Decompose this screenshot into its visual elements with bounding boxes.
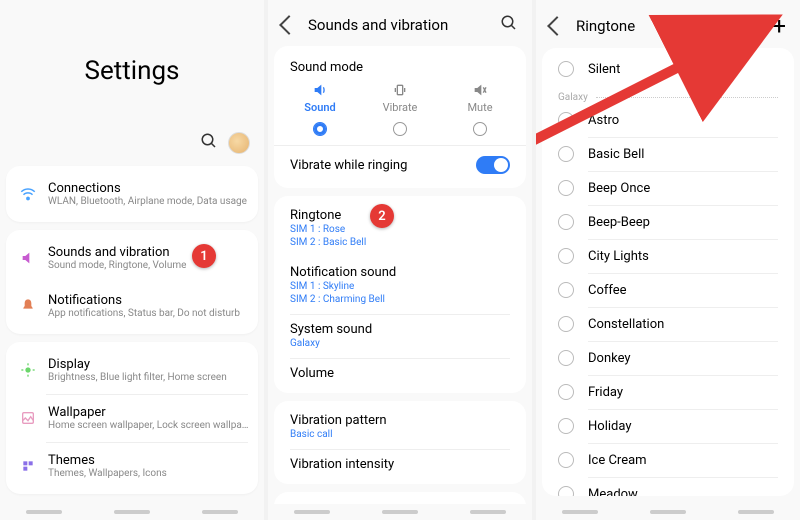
ringtone-row[interactable]: Coffee	[542, 273, 794, 307]
themes-icon	[14, 452, 42, 480]
radio-vibrate[interactable]	[393, 122, 407, 136]
ringtone-row[interactable]: Astro	[542, 103, 794, 137]
search-icon[interactable]	[200, 132, 218, 154]
step-badge-2: 2	[370, 204, 394, 228]
settings-row-wallpaper[interactable]: Wallpaper Home screen wallpaper, Lock sc…	[6, 394, 258, 442]
radio-sound[interactable]	[313, 122, 327, 136]
radio-icon[interactable]	[558, 282, 574, 298]
row-title: Wallpaper	[48, 405, 250, 420]
ringtone-row[interactable]: Donkey	[542, 341, 794, 375]
ringtone-card: Ringtone SIM 1 : Rose SIM 2 : Basic Bell…	[274, 196, 526, 393]
back-icon[interactable]	[279, 15, 299, 35]
radio-mute[interactable]	[473, 122, 487, 136]
ringtone-list-card: Silent Galaxy AstroBasic BellBeep OnceBe…	[542, 48, 794, 496]
radio-icon[interactable]	[558, 316, 574, 332]
display-icon	[14, 356, 42, 384]
row-subtitle: Home screen wallpaper, Lock screen wallp…	[48, 420, 250, 431]
settings-row-notifications[interactable]: Notifications App notifications, Status …	[6, 282, 258, 330]
vibrate-ringing-toggle[interactable]	[476, 156, 510, 174]
ringtone-row[interactable]: Holiday	[542, 409, 794, 443]
settings-row-sounds[interactable]: Sounds and vibration Sound mode, Rington…	[6, 234, 258, 282]
radio-icon[interactable]	[558, 486, 574, 496]
item-vibration-intensity[interactable]: Vibration intensity	[274, 449, 526, 480]
row-subtitle: App notifications, Status bar, Do not di…	[48, 308, 250, 319]
sound-icon	[14, 244, 42, 272]
section-galaxy: Galaxy	[542, 86, 794, 103]
sounds-screen: Sounds and vibration Sound mode Sound Vi…	[268, 0, 532, 520]
radio-icon[interactable]	[558, 61, 574, 77]
ringtone-row[interactable]: Meadow	[542, 477, 794, 496]
toggle-label: Vibrate while ringing	[290, 158, 407, 173]
ringtone-screen: Ringtone + Silent Galaxy AstroBasic Bell…	[536, 0, 800, 520]
ringtone-row[interactable]: Friday	[542, 375, 794, 409]
mode-mute[interactable]: Mute	[440, 81, 520, 139]
header-title: Sounds and vibration	[308, 16, 488, 34]
row-subtitle: Themes, Wallpapers, Icons	[48, 468, 250, 479]
back-icon[interactable]	[547, 16, 567, 36]
row-subtitle: Sound mode, Ringtone, Volume	[48, 260, 250, 271]
vibrate-while-ringing-row[interactable]: Vibrate while ringing	[274, 145, 526, 184]
item-vibration-pattern[interactable]: Vibration pattern Basic call	[274, 405, 526, 449]
ringtone-row[interactable]: Constellation	[542, 307, 794, 341]
radio-icon[interactable]	[558, 452, 574, 468]
wifi-icon	[14, 180, 42, 208]
row-title: Themes	[48, 453, 250, 468]
radio-icon[interactable]	[558, 112, 574, 128]
radio-icon[interactable]	[558, 248, 574, 264]
ringtone-row[interactable]: Ice Cream	[542, 443, 794, 477]
wallpaper-icon	[14, 404, 42, 432]
item-sub: SIM 1 : Rose SIM 2 : Basic Bell	[290, 223, 510, 249]
step-badge-1: 1	[192, 244, 216, 268]
radio-icon[interactable]	[558, 146, 574, 162]
system-sound-card: System sound/vibration control	[274, 492, 526, 504]
nav-bar	[0, 504, 264, 520]
ringtone-row-silent[interactable]: Silent	[542, 52, 794, 86]
settings-row-themes[interactable]: Themes Themes, Wallpapers, Icons	[6, 442, 258, 490]
ringtone-row[interactable]: Beep-Beep	[542, 205, 794, 239]
row-subtitle: Brightness, Blue light filter, Home scre…	[48, 372, 250, 383]
nav-bar	[536, 504, 800, 520]
item-notification-sound[interactable]: Notification sound SIM 1 : Skyline SIM 2…	[274, 257, 526, 314]
settings-card-connections: Connections WLAN, Bluetooth, Airplane mo…	[6, 166, 258, 222]
nav-bar	[268, 504, 532, 520]
settings-card-display-group: Display Brightness, Blue light filter, H…	[6, 342, 258, 494]
radio-icon[interactable]	[558, 350, 574, 366]
radio-icon[interactable]	[558, 418, 574, 434]
settings-row-display[interactable]: Display Brightness, Blue light filter, H…	[6, 346, 258, 394]
row-title: Connections	[48, 181, 250, 196]
profile-avatar[interactable]	[228, 132, 250, 154]
header-title: Ringtone	[576, 17, 760, 35]
search-icon[interactable]	[500, 14, 518, 36]
settings-screen: Settings Connections WLAN, Bluetooth, Ai…	[0, 0, 264, 520]
row-title: Sounds and vibration	[48, 245, 250, 260]
radio-icon[interactable]	[558, 214, 574, 230]
settings-card-sounds-notif: Sounds and vibration Sound mode, Rington…	[6, 230, 258, 334]
item-volume[interactable]: Volume	[274, 358, 526, 389]
vibration-card: Vibration pattern Basic call Vibration i…	[274, 401, 526, 484]
item-system-sound[interactable]: System sound Galaxy	[274, 314, 526, 358]
row-title: Notifications	[48, 293, 250, 308]
ringtone-row[interactable]: Basic Bell	[542, 137, 794, 171]
item-system-vibration-control[interactable]: System sound/vibration control	[274, 496, 526, 504]
item-ringtone[interactable]: Ringtone SIM 1 : Rose SIM 2 : Basic Bell	[274, 200, 526, 257]
ringtone-row[interactable]: City Lights	[542, 239, 794, 273]
sound-mode-label: Sound mode	[274, 50, 526, 81]
settings-row-connections[interactable]: Connections WLAN, Bluetooth, Airplane mo…	[6, 170, 258, 218]
row-title: Display	[48, 357, 250, 372]
ringtone-row[interactable]: Beep Once	[542, 171, 794, 205]
mode-vibrate[interactable]: Vibrate	[360, 81, 440, 139]
mode-sound[interactable]: Sound	[280, 81, 360, 139]
page-title: Settings	[0, 0, 264, 126]
radio-icon[interactable]	[558, 384, 574, 400]
radio-icon[interactable]	[558, 180, 574, 196]
add-icon[interactable]: +	[772, 14, 786, 38]
row-subtitle: WLAN, Bluetooth, Airplane mode, Data usa…	[48, 196, 250, 207]
sound-mode-card: Sound mode Sound Vibrate Mute	[274, 46, 526, 188]
notification-icon	[14, 292, 42, 320]
